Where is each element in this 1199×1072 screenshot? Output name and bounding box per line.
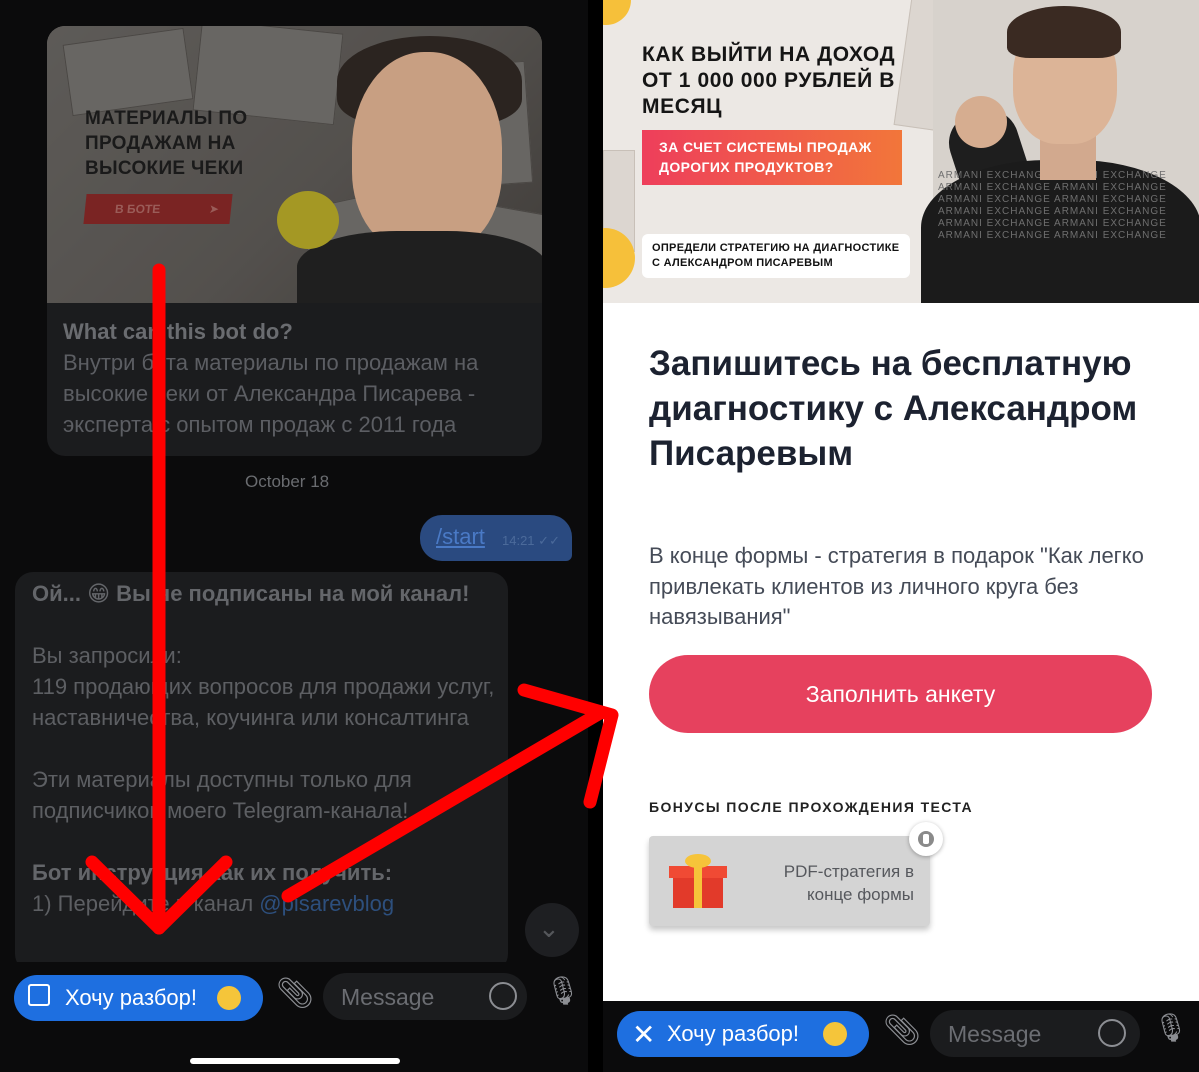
bonus-heading: БОНУСЫ ПОСЛЕ ПРОХОЖДЕНИЯ ТЕСТА	[649, 799, 974, 815]
close-icon: ✕	[632, 1019, 656, 1050]
bonus-card[interactable]: PDF-стратегия в конце формы	[649, 836, 930, 926]
hero-note: ОПРЕДЕЛИ СТРАТЕГИЮ НА ДИАГНОСТИКЕ С АЛЕК…	[642, 234, 910, 278]
paperclip-icon[interactable]: 📎︎	[883, 1013, 921, 1048]
reply-line-1: Ой... 😁 Вы не подписаны на мой канал!	[32, 581, 470, 606]
message-input[interactable]: Message	[323, 973, 527, 1020]
gift-icon	[669, 852, 727, 910]
outgoing-message[interactable]: /start 14:21 ✓✓	[420, 515, 572, 561]
double-check-icon: ✓✓	[538, 533, 560, 548]
hero-headline: КАК ВЫЙТИ НА ДОХОД ОТ 1 000 000 РУБЛЕЙ В…	[642, 43, 896, 118]
lemon-illustration	[277, 191, 339, 249]
hero-pill: ЗА СЧЕТ СИСТЕМЫ ПРОДАЖ ДОРОГИХ ПРОДУКТОВ…	[642, 130, 902, 185]
telegram-chat-screen: МАТЕРИАЛЫ ПО ПРОДАЖАМ НА ВЫСОКИЕ ЧЕКИ В …	[0, 0, 588, 1072]
paperclip-icon[interactable]: 📎︎	[276, 976, 314, 1011]
fill-form-button[interactable]: Заполнить анкету	[649, 655, 1152, 733]
sticker-icon[interactable]	[489, 982, 517, 1010]
home-indicator	[190, 1058, 400, 1064]
bot-banner-button: В БОТЕ ➤	[83, 194, 233, 224]
form-landing-screen: ARMANI EXCHANGE ARMANI EXCHANGE ARMANI E…	[603, 0, 1199, 1072]
reply-step-1: 1) Перейдите в канал	[32, 891, 260, 916]
chevron-down-icon: ⌄	[538, 913, 560, 943]
bot-banner-title: МАТЕРИАЛЫ ПО ПРОДАЖАМ НА ВЫСОКИЕ ЧЕКИ	[85, 108, 248, 179]
reply-paragraph-2: Вы запросили: 119 продающих вопросов для…	[32, 643, 495, 730]
message-time: 14:21 ✓✓	[502, 533, 560, 548]
reply-instruction-title: Бот инструкция как их получить:	[32, 860, 393, 885]
pointing-hand	[955, 96, 1007, 148]
reply-paragraph-3: Эти материалы доступны только для подпис…	[32, 767, 412, 823]
bot-description-text: Внутри бота материалы по продажам на выс…	[63, 350, 479, 437]
channel-link[interactable]: @pisarevblog	[259, 891, 394, 916]
form-subtitle: В конце формы - стратегия в подарок "Как…	[649, 543, 1144, 629]
sticker-icon[interactable]	[1098, 1019, 1126, 1047]
want-review-keyboard-button[interactable]: ✕ Хочу разбор!	[617, 1011, 869, 1057]
microphone-icon[interactable]: 🎙︎	[545, 974, 581, 1007]
want-review-keyboard-button[interactable]: Хочу разбор!	[14, 975, 263, 1021]
message-input-bar: Хочу разбор! 📎︎ Message 🎙︎	[0, 962, 588, 1072]
telegram-plane-icon: ➤	[208, 202, 220, 216]
illustrated-portrait	[352, 52, 502, 252]
message-input-bar: ✕ Хочу разбор! 📎︎ Message 🎙︎	[603, 1001, 1199, 1072]
lock-icon	[909, 822, 943, 856]
bot-description-title: What can this bot do?	[63, 319, 293, 344]
hero-banner: ARMANI EXCHANGE ARMANI EXCHANGE ARMANI E…	[603, 0, 1199, 303]
scroll-down-button[interactable]: ⌄	[525, 903, 579, 957]
bot-banner-image: МАТЕРИАЛЫ ПО ПРОДАЖАМ НА ВЫСОКИЕ ЧЕКИ В …	[47, 26, 542, 303]
emoji-star-struck-icon	[823, 1022, 847, 1046]
microphone-icon[interactable]: 🎙︎	[1153, 1011, 1189, 1044]
bonus-item-label: PDF-стратегия в конце формы	[783, 862, 914, 904]
bot-intro-card: МАТЕРИАЛЫ ПО ПРОДАЖАМ НА ВЫСОКИЕ ЧЕКИ В …	[47, 26, 542, 456]
incoming-message: Ой... 😁 Вы не подписаны на мой канал! Вы…	[15, 572, 508, 972]
form-title: Запишитесь на бесплатную диагностику с А…	[649, 344, 1138, 473]
bot-description: What can this bot do? Внутри бота матери…	[63, 316, 533, 440]
message-input[interactable]: Message	[930, 1010, 1140, 1057]
date-divider: October 18	[245, 472, 330, 491]
keyboard-icon	[28, 984, 50, 1006]
emoji-star-struck-icon	[217, 986, 241, 1010]
start-command-link[interactable]: /start	[436, 524, 485, 550]
